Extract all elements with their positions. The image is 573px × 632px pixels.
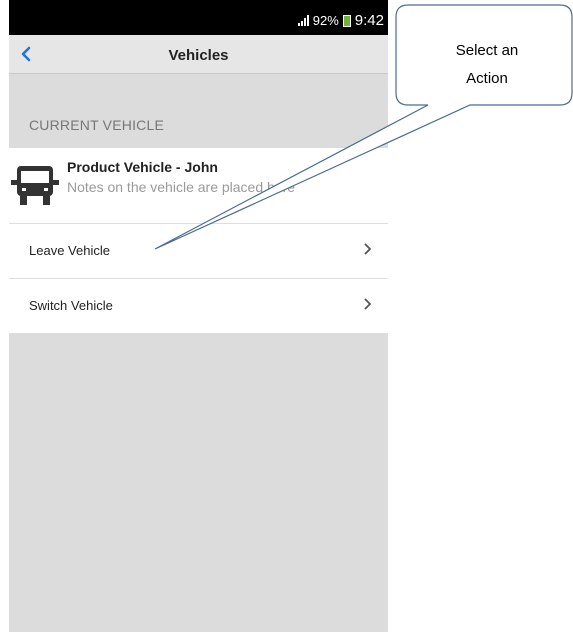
callout-line-1: Select an (455, 42, 519, 59)
phone-screen: 92% 9:42 Vehicles CURRENT VEHICLE Produc… (9, 0, 388, 632)
status-bar: 92% 9:42 (9, 0, 388, 35)
truck-icon (11, 166, 59, 205)
vehicle-notes: Notes on the vehicle are placed here (67, 179, 296, 195)
callout-text: Select an Action (412, 37, 562, 93)
leave-vehicle-row[interactable]: Leave Vehicle (9, 224, 388, 279)
clock: 9:42 (354, 12, 384, 29)
callout-line-2: Action (466, 70, 508, 87)
status-indicators: 92% 9:42 (297, 12, 384, 29)
switch-vehicle-label: Switch Vehicle (29, 298, 113, 313)
page-title: Vehicles (168, 47, 229, 64)
navigation-bar: Vehicles (9, 35, 388, 74)
signal-icon (297, 15, 309, 26)
vehicle-name: Product Vehicle - John (67, 159, 218, 175)
chevron-right-icon (364, 243, 372, 255)
battery-percent: 92% (312, 13, 339, 28)
battery-icon (342, 14, 351, 27)
chevron-right-icon (364, 298, 372, 310)
section-header-current-vehicle: CURRENT VEHICLE (29, 117, 164, 133)
current-vehicle-card: Product Vehicle - John Notes on the vehi… (9, 148, 388, 224)
leave-vehicle-label: Leave Vehicle (29, 243, 110, 258)
switch-vehicle-row[interactable]: Switch Vehicle (9, 279, 388, 334)
